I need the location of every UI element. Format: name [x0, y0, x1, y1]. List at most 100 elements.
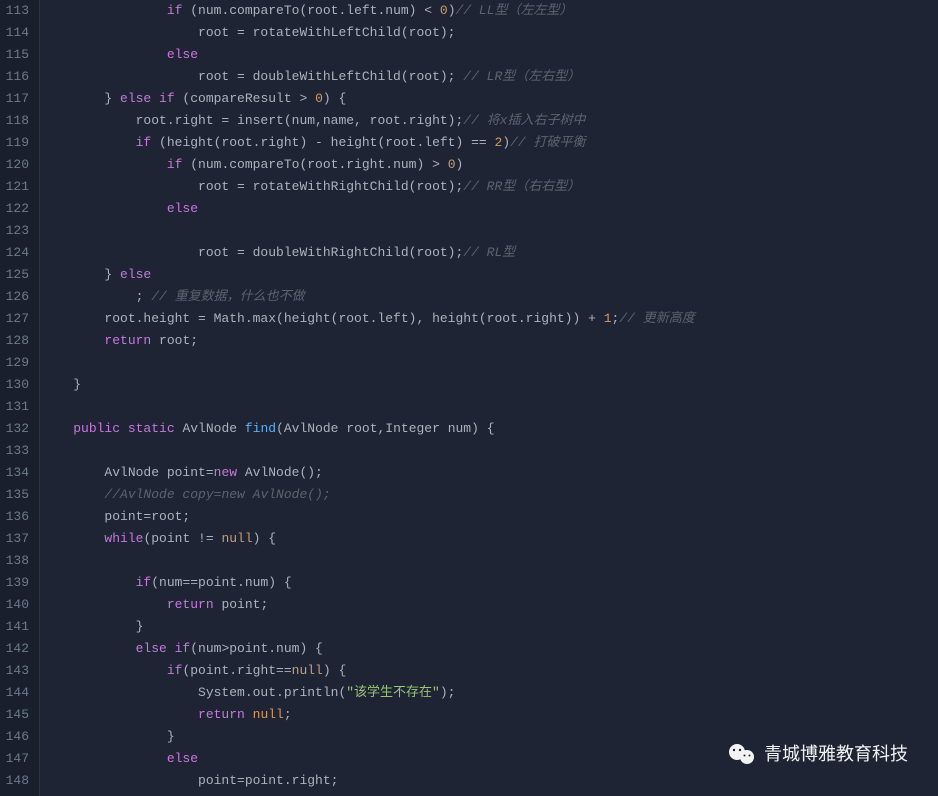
token-kw: public static — [73, 421, 174, 436]
code-line[interactable] — [40, 550, 938, 572]
token-cmt: //AvlNode copy=new AvlNode(); — [104, 487, 330, 502]
code-line[interactable]: if (num.compareTo(root.left.num) < 0)// … — [40, 0, 938, 22]
token-plain: point=root; — [42, 509, 190, 524]
code-line[interactable]: else — [40, 198, 938, 220]
code-line[interactable]: } else if (compareResult > 0) { — [40, 88, 938, 110]
code-line[interactable]: AvlNode point=new AvlNode(); — [40, 462, 938, 484]
line-number: 114 — [5, 22, 29, 44]
code-line[interactable]: if(num==point.num) { — [40, 572, 938, 594]
code-line[interactable] — [40, 220, 938, 242]
code-line[interactable] — [40, 440, 938, 462]
code-line[interactable]: if (num.compareTo(root.right.num) > 0) — [40, 154, 938, 176]
line-number: 117 — [5, 88, 29, 110]
token-plain: ); — [440, 685, 456, 700]
token-kw: else — [167, 47, 198, 62]
token-plain: (point.right== — [182, 663, 291, 678]
code-line[interactable]: } else — [40, 264, 938, 286]
token-null: null — [253, 707, 284, 722]
code-area[interactable]: if (num.compareTo(root.left.num) < 0)// … — [40, 0, 938, 796]
code-line[interactable]: public static AvlNode find(AvlNode root,… — [40, 418, 938, 440]
token-cmt: // LR型（左右型） — [463, 69, 580, 84]
code-line[interactable]: else — [40, 44, 938, 66]
token-plain: AvlNode — [175, 421, 245, 436]
code-line[interactable]: root = doubleWithLeftChild(root); // LR型… — [40, 66, 938, 88]
token-cmt: // 将x插入右子树中 — [463, 113, 585, 128]
code-line[interactable]: //AvlNode copy=new AvlNode(); — [40, 484, 938, 506]
line-number: 130 — [5, 374, 29, 396]
code-line[interactable] — [40, 352, 938, 374]
token-kw: return — [104, 333, 151, 348]
token-kw: if — [167, 157, 183, 172]
token-plain: AvlNode(); — [237, 465, 323, 480]
token-cmt: // RR型（右右型） — [463, 179, 580, 194]
token-plain — [42, 3, 167, 18]
token-plain: root = rotateWithRightChild(root); — [42, 179, 463, 194]
token-plain — [42, 641, 136, 656]
code-line[interactable]: else if(num>point.num) { — [40, 638, 938, 660]
line-number: 136 — [5, 506, 29, 528]
token-kw: while — [104, 531, 143, 546]
line-number: 137 — [5, 528, 29, 550]
token-kw: else if — [136, 641, 191, 656]
token-cmt: // RL型 — [463, 245, 515, 260]
line-number: 121 — [5, 176, 29, 198]
code-line[interactable]: return root; — [40, 330, 938, 352]
token-plain — [42, 333, 104, 348]
code-line[interactable]: ; // 重复数据，什么也不做 — [40, 286, 938, 308]
token-plain: (compareResult > — [175, 91, 315, 106]
token-plain: root; — [151, 333, 198, 348]
line-number: 128 — [5, 330, 29, 352]
code-line[interactable]: root = doubleWithRightChild(root);// RL型 — [40, 242, 938, 264]
token-plain — [42, 157, 167, 172]
token-plain — [42, 135, 136, 150]
token-plain: System.out.println( — [42, 685, 346, 700]
line-number: 113 — [5, 0, 29, 22]
token-plain: (AvlNode root,Integer num) { — [276, 421, 494, 436]
line-number: 144 — [5, 682, 29, 704]
code-line[interactable] — [40, 396, 938, 418]
code-line[interactable]: System.out.println("该学生不存在"); — [40, 682, 938, 704]
token-num: 0 — [315, 91, 323, 106]
line-number: 124 — [5, 242, 29, 264]
token-plain — [42, 663, 167, 678]
token-plain: } — [42, 377, 81, 392]
token-kw: return — [198, 707, 245, 722]
token-num: 1 — [604, 311, 612, 326]
code-line[interactable]: return null; — [40, 704, 938, 726]
token-plain — [42, 597, 167, 612]
token-plain: } — [42, 267, 120, 282]
line-number: 140 — [5, 594, 29, 616]
code-line[interactable]: } — [40, 616, 938, 638]
code-line[interactable]: while(point != null) { — [40, 528, 938, 550]
line-number: 141 — [5, 616, 29, 638]
code-line[interactable]: point=point.right; — [40, 770, 938, 792]
token-plain — [42, 575, 136, 590]
code-editor[interactable]: 1131141151161171181191201211221231241251… — [0, 0, 938, 796]
token-plain: root = doubleWithRightChild(root); — [42, 245, 463, 260]
token-kw: if — [167, 663, 183, 678]
wechat-icon — [728, 742, 756, 766]
code-line[interactable]: root = rotateWithRightChild(root);// RR型… — [40, 176, 938, 198]
line-number: 125 — [5, 264, 29, 286]
token-plain — [42, 707, 198, 722]
code-line[interactable]: root = rotateWithLeftChild(root); — [40, 22, 938, 44]
code-line[interactable]: root.height = Math.max(height(root.left)… — [40, 308, 938, 330]
token-cmt: // 更新高度 — [619, 311, 694, 326]
line-number: 135 — [5, 484, 29, 506]
token-cmt: // 重复数据，什么也不做 — [151, 289, 304, 304]
token-plain: root.right = insert(num,name, root.right… — [42, 113, 463, 128]
code-line[interactable]: return point; — [40, 594, 938, 616]
code-line[interactable]: point=root; — [40, 506, 938, 528]
code-line[interactable]: if (height(root.right) - height(root.lef… — [40, 132, 938, 154]
line-number: 127 — [5, 308, 29, 330]
token-kw: new — [214, 465, 237, 480]
token-plain: root = doubleWithLeftChild(root); — [42, 69, 463, 84]
line-number: 143 — [5, 660, 29, 682]
token-plain: AvlNode point= — [42, 465, 214, 480]
code-line[interactable]: } — [40, 374, 938, 396]
token-plain: ) — [456, 157, 464, 172]
code-line[interactable]: root.right = insert(num,name, root.right… — [40, 110, 938, 132]
token-func: find — [245, 421, 276, 436]
token-plain — [42, 487, 104, 502]
code-line[interactable]: if(point.right==null) { — [40, 660, 938, 682]
